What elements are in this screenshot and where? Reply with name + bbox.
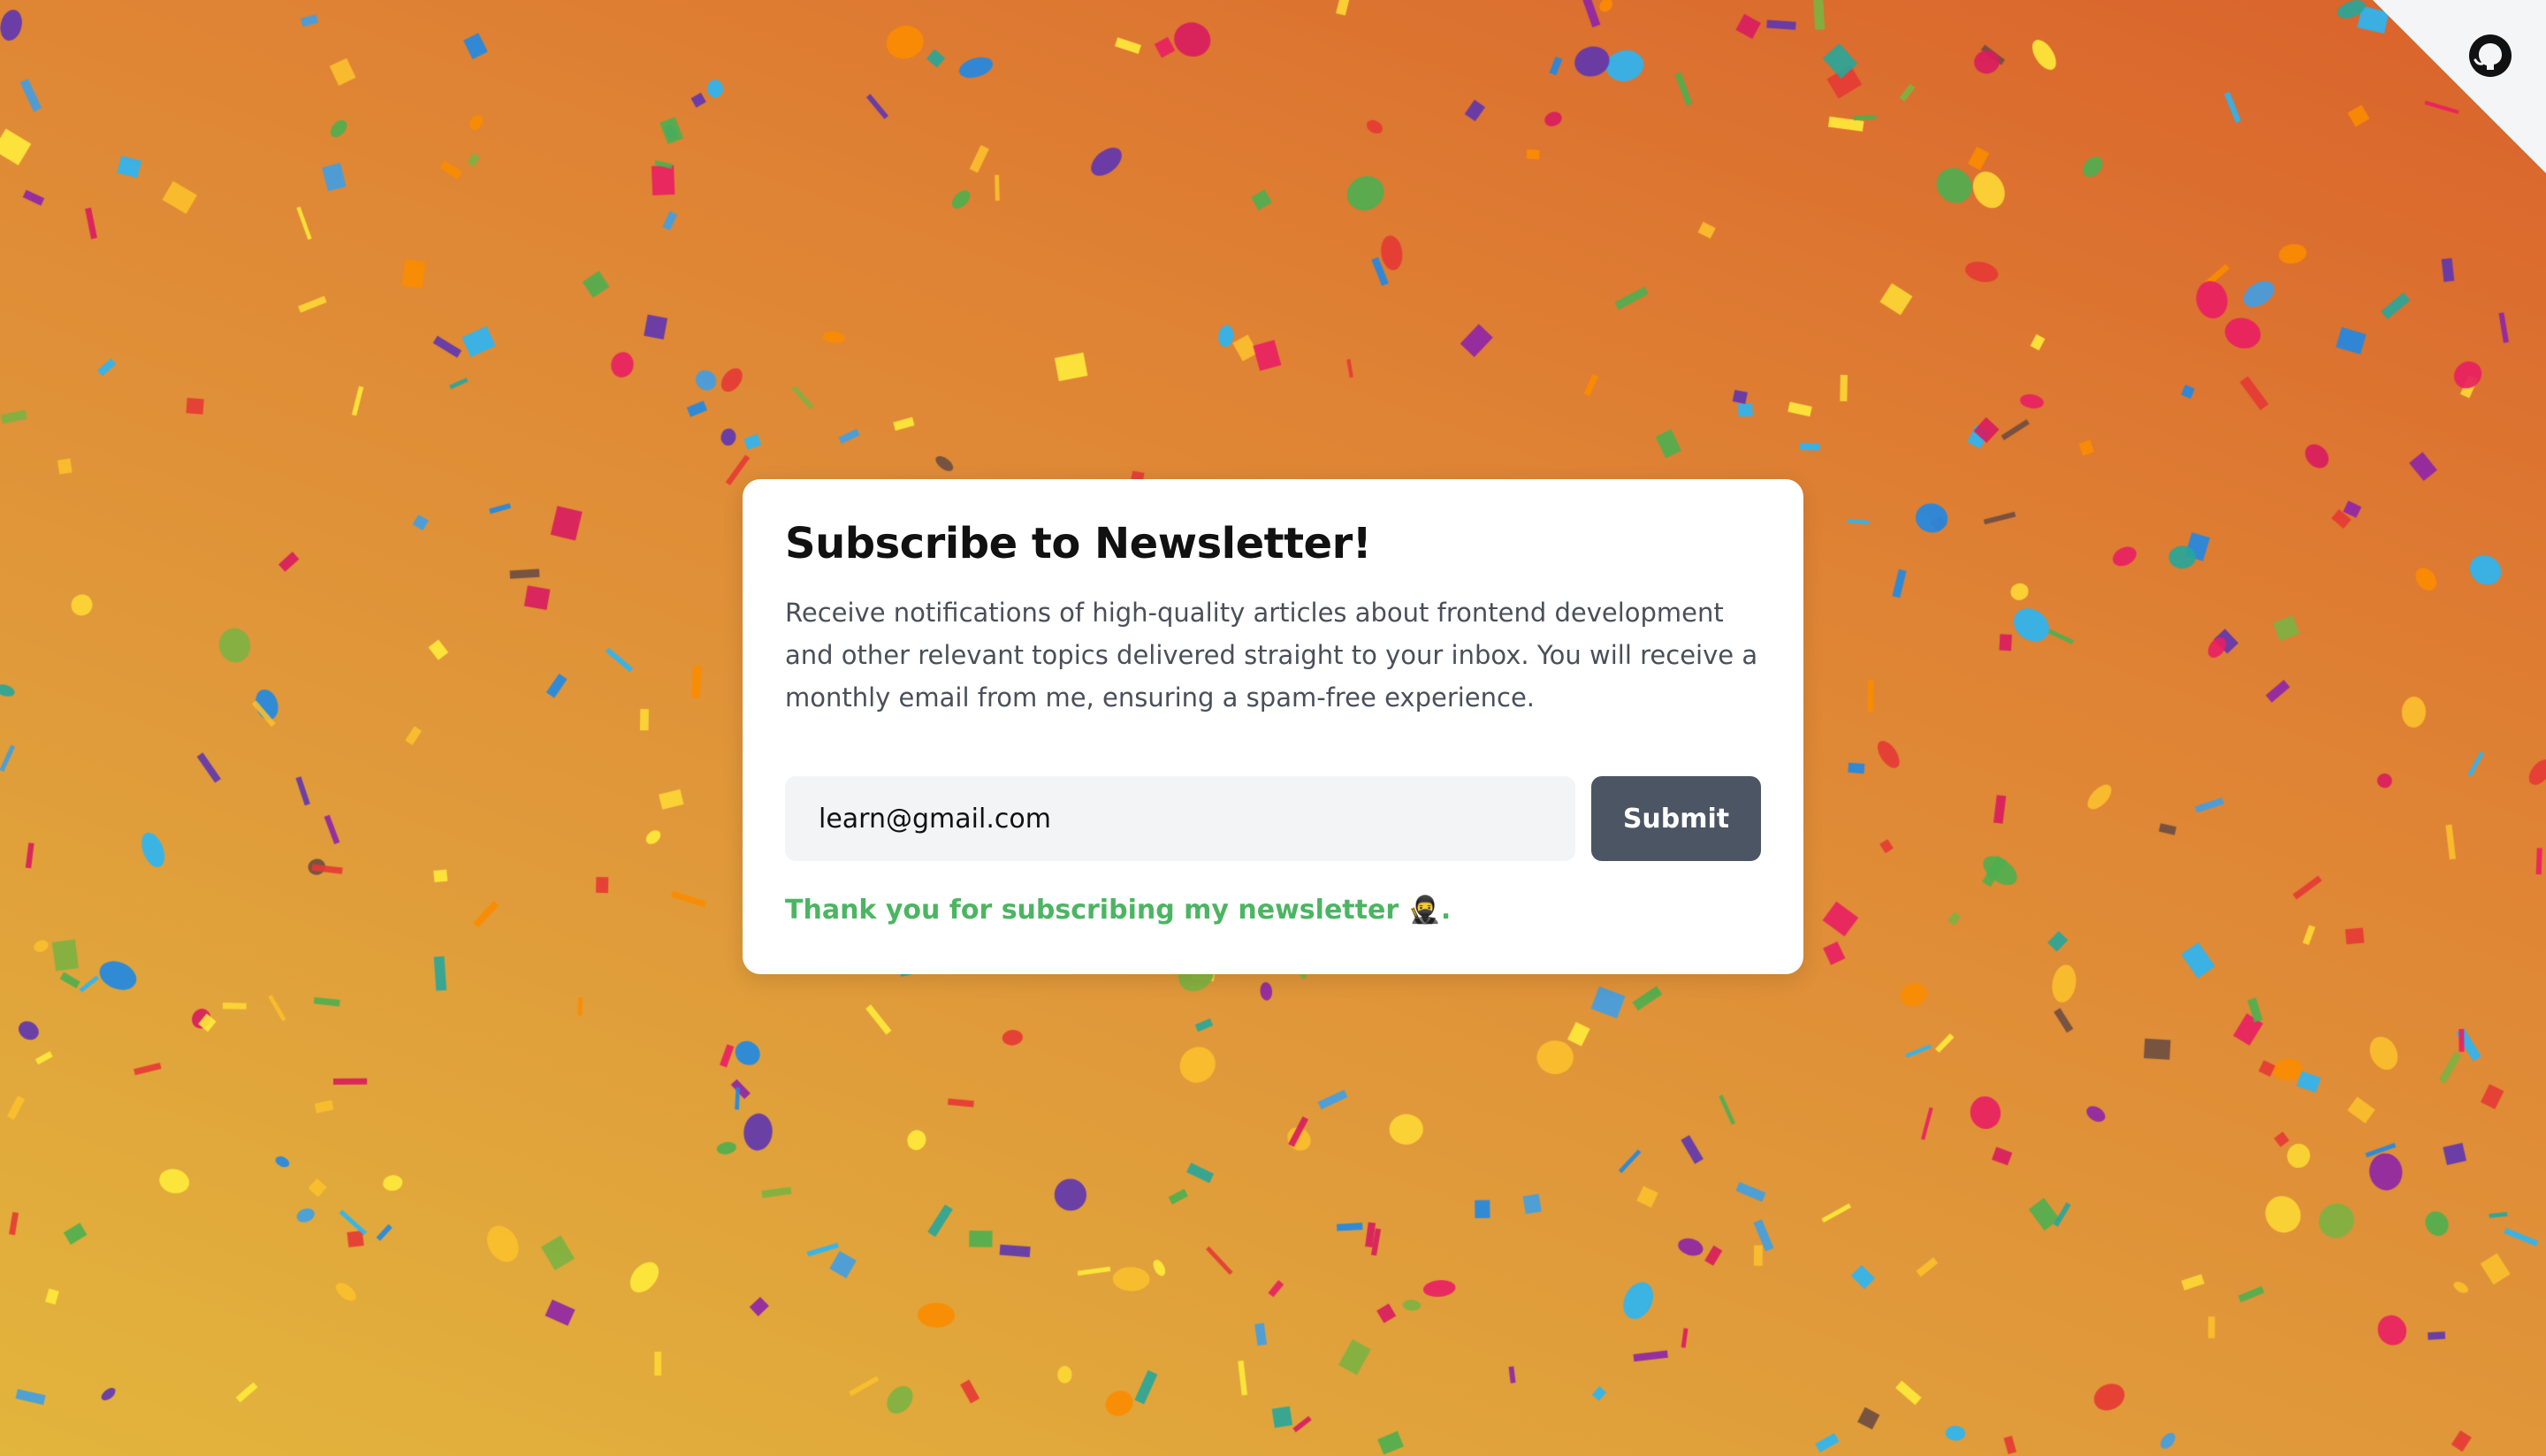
newsletter-title: Subscribe to Newsletter! xyxy=(785,519,1372,568)
submit-button[interactable]: Submit xyxy=(1591,776,1761,861)
email-input[interactable] xyxy=(785,776,1575,861)
newsletter-card: Subscribe to Newsletter! Receive notific… xyxy=(743,479,1803,974)
newsletter-description: Receive notifications of high-quality ar… xyxy=(785,598,1758,713)
success-message: Thank you for subscribing my newsletter … xyxy=(785,895,1452,926)
github-icon[interactable] xyxy=(2466,32,2514,80)
subscribe-form: Submit xyxy=(785,776,1761,861)
github-corner[interactable] xyxy=(2373,0,2546,173)
